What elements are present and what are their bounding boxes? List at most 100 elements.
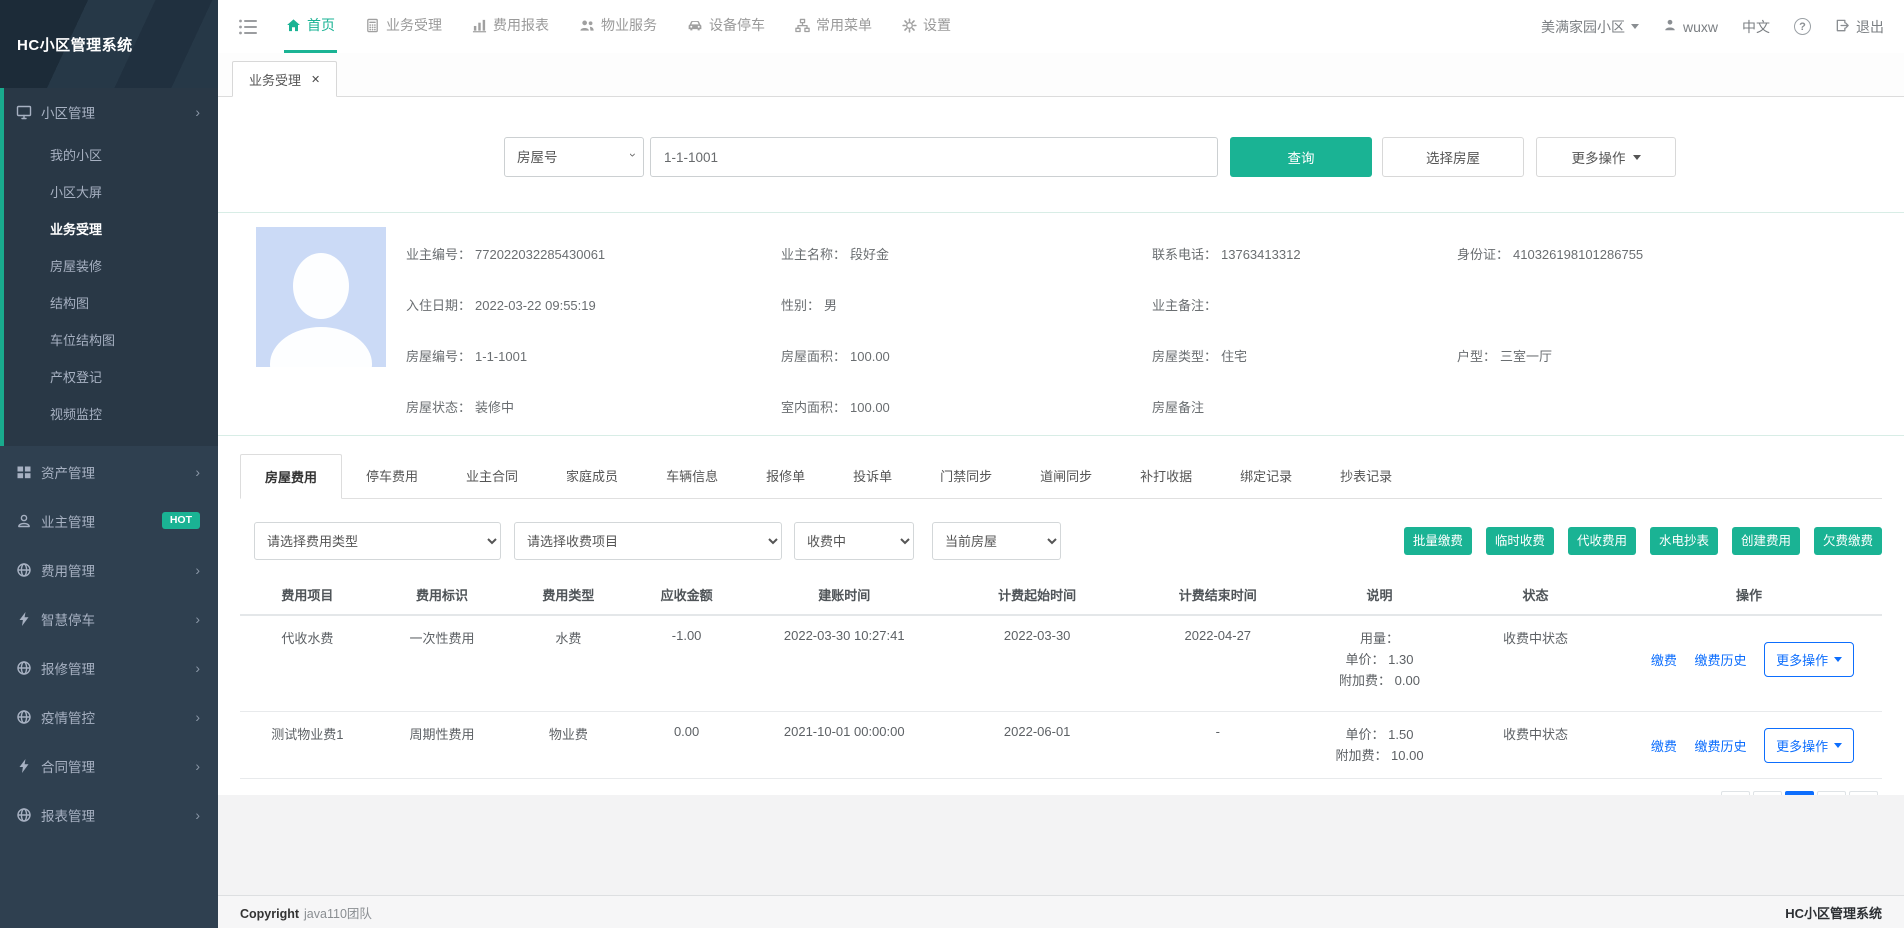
- cell-end: -: [1132, 712, 1304, 779]
- grid-icon: [16, 464, 32, 480]
- fee-tab-house-fee[interactable]: 房屋费用: [240, 454, 342, 499]
- logout-label: 退出: [1856, 17, 1884, 37]
- nav-label: 设置: [923, 15, 951, 35]
- sidebar-item-community-mgmt[interactable]: 小区管理 ›: [4, 88, 218, 136]
- more-actions-button[interactable]: 更多操作: [1536, 137, 1676, 177]
- fee-type-select[interactable]: 请选择费用类型: [254, 522, 501, 560]
- pagination: « ‹ 1 › »: [1721, 791, 1882, 795]
- cell-fee-type: 物业费: [509, 712, 627, 779]
- fee-status-select[interactable]: 收费中: [794, 522, 914, 560]
- caret-down-icon: [1631, 24, 1639, 29]
- page-next-button[interactable]: ›: [1817, 791, 1846, 795]
- owner-avatar: [256, 227, 386, 367]
- fee-tab-family-members[interactable]: 家庭成员: [542, 454, 642, 499]
- sidebar-item-epidemic-control[interactable]: 疫情管控 ›: [0, 693, 218, 740]
- owner-field: 入住日期：2022-03-22 09:55:19: [406, 290, 781, 314]
- nav-business-accept[interactable]: 业务受理: [363, 0, 444, 53]
- sidebar-item-property-registration[interactable]: 产权登记: [4, 358, 218, 395]
- fee-tab-parking-fee[interactable]: 停车费用: [342, 454, 442, 499]
- arrears-pay-button[interactable]: 欠费缴费: [1814, 527, 1882, 556]
- monitor-icon: [16, 104, 32, 120]
- sidebar-item-report-mgmt[interactable]: 报表管理 ›: [0, 791, 218, 838]
- close-icon[interactable]: ✕: [311, 73, 320, 86]
- fee-tab-complaint-order[interactable]: 投诉单: [829, 454, 916, 499]
- app-logo: HC小区管理系统: [0, 0, 218, 88]
- sign-out-icon: [1835, 18, 1850, 36]
- fee-tab-repair-order[interactable]: 报修单: [742, 454, 829, 499]
- menu-toggle-icon[interactable]: [238, 0, 258, 53]
- fee-tab-binding-records[interactable]: 绑定记录: [1216, 454, 1316, 499]
- sidebar-item-community-screen[interactable]: 小区大屏: [4, 173, 218, 210]
- footer-brand: HC小区管理系统: [1785, 903, 1882, 922]
- pay-history-link[interactable]: 缴费历史: [1694, 653, 1746, 668]
- page-first-button[interactable]: «: [1721, 791, 1750, 795]
- page-last-button[interactable]: »: [1849, 791, 1878, 795]
- sidebar-item-repair-mgmt[interactable]: 报修管理 ›: [0, 644, 218, 691]
- chevron-right-icon: ›: [195, 563, 200, 577]
- fee-tab-access-sync[interactable]: 门禁同步: [916, 454, 1016, 499]
- cell-fee-item: 测试物业费1: [240, 712, 375, 779]
- sidebar-item-parking-structure-map[interactable]: 车位结构图: [4, 321, 218, 358]
- fee-tab-owner-contract[interactable]: 业主合同: [442, 454, 542, 499]
- search-field-select[interactable]: 房屋号: [504, 137, 644, 177]
- tab-label: 业务受理: [249, 70, 301, 89]
- query-button[interactable]: 查询: [1230, 137, 1372, 177]
- pay-link[interactable]: 缴费: [1651, 653, 1677, 668]
- sidebar-item-owner-mgmt[interactable]: 业主管理 HOT: [0, 497, 218, 544]
- create-fee-button[interactable]: 创建费用: [1732, 527, 1800, 556]
- community-selector[interactable]: 美满家园小区: [1541, 17, 1639, 37]
- batch-pay-button[interactable]: 批量缴费: [1404, 527, 1472, 556]
- sidebar-item-contract-mgmt[interactable]: 合同管理 ›: [0, 742, 218, 789]
- nav-label: 物业服务: [601, 15, 657, 35]
- nav-label: 业务受理: [386, 15, 442, 35]
- select-house-button[interactable]: 选择房屋: [1382, 137, 1524, 177]
- page-number-button[interactable]: 1: [1785, 791, 1814, 795]
- fee-notes: 注意： 计费结束时间 “-” 表示未到计费时间 或 收费已结束 应收金额 为-1…: [240, 791, 557, 795]
- nav-property-service[interactable]: 物业服务: [577, 0, 659, 53]
- sidebar-item-video-monitor[interactable]: 视频监控: [4, 395, 218, 432]
- sidebar-item-asset-mgmt[interactable]: 资产管理 ›: [0, 448, 218, 495]
- col-fee-item: 费用项目: [240, 577, 375, 615]
- sidebar-item-label: 费用管理: [41, 560, 195, 580]
- sidebar-item-structure-map[interactable]: 结构图: [4, 284, 218, 321]
- nav-fee-report[interactable]: 费用报表: [470, 0, 551, 53]
- fee-tab-reprint-receipt[interactable]: 补打收据: [1116, 454, 1216, 499]
- pay-link[interactable]: 缴费: [1651, 739, 1677, 754]
- sidebar-group-epidemic-control: 疫情管控 ›: [0, 693, 218, 740]
- sidebar-item-my-community[interactable]: 我的小区: [4, 136, 218, 173]
- collect-fee-button[interactable]: 代收费用: [1568, 527, 1636, 556]
- row-more-actions-button[interactable]: 更多操作: [1764, 642, 1854, 677]
- nav-home[interactable]: 首页: [284, 0, 337, 53]
- sidebar-item-label: 报表管理: [41, 805, 195, 825]
- language-switcher[interactable]: 中文: [1742, 17, 1770, 37]
- fee-tab-vehicle-info[interactable]: 车辆信息: [642, 454, 742, 499]
- footer: Copyrightjava110团队 HC小区管理系统: [218, 895, 1904, 928]
- fee-tab-gate-sync[interactable]: 道闸同步: [1016, 454, 1116, 499]
- fee-tab-meter-records[interactable]: 抄表记录: [1316, 454, 1416, 499]
- globe-icon: [16, 807, 32, 823]
- tab-business-accept[interactable]: 业务受理 ✕: [232, 61, 337, 97]
- cell-fee-flag: 一次性费用: [375, 615, 510, 712]
- nav-settings[interactable]: 设置: [900, 0, 953, 53]
- cell-created: 2021-10-01 00:00:00: [746, 712, 943, 779]
- user-menu[interactable]: wuxw: [1663, 18, 1718, 35]
- car-icon: [687, 18, 703, 33]
- help-icon[interactable]: ?: [1794, 18, 1811, 35]
- fee-item-select[interactable]: 请选择收费项目: [514, 522, 782, 560]
- row-more-actions-button[interactable]: 更多操作: [1764, 728, 1854, 763]
- pay-history-link[interactable]: 缴费历史: [1694, 739, 1746, 754]
- sidebar-item-smart-parking[interactable]: 智慧停车 ›: [0, 595, 218, 642]
- sidebar-item-business-accept[interactable]: 业务受理: [4, 210, 218, 247]
- nav-common-menu[interactable]: 常用菜单: [793, 0, 874, 53]
- sidebar-item-fee-mgmt[interactable]: 费用管理 ›: [0, 546, 218, 593]
- cell-start: 2022-06-01: [943, 712, 1132, 779]
- users-icon: [579, 18, 595, 33]
- house-scope-select[interactable]: 当前房屋: [932, 522, 1061, 560]
- meter-reading-button[interactable]: 水电抄表: [1650, 527, 1718, 556]
- page-prev-button[interactable]: ‹: [1753, 791, 1782, 795]
- house-number-input[interactable]: [650, 137, 1218, 177]
- nav-device-parking[interactable]: 设备停车: [685, 0, 767, 53]
- sidebar-item-house-decoration[interactable]: 房屋装修: [4, 247, 218, 284]
- logout-button[interactable]: 退出: [1835, 17, 1884, 37]
- temp-charge-button[interactable]: 临时收费: [1486, 527, 1554, 556]
